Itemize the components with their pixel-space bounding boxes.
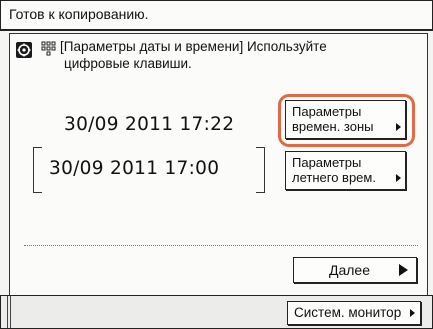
timezone-settings-button[interactable]: Параметры времен. зоны [285, 100, 406, 139]
dst-button-label: Параметры летнего врем. [292, 155, 376, 185]
instruction-text: [Параметры даты и времени] Используйте [60, 39, 327, 54]
system-monitor-button[interactable]: Систем. монитор [287, 301, 421, 325]
screen: Готов к копированию. [Параметры даты и в… [0, 0, 433, 329]
summer-date-time: 30/09 2011 17:00 [49, 158, 220, 179]
chevron-right-icon [410, 309, 415, 317]
bottom-edge-mark [7, 296, 11, 328]
numeric-keypad-icon [40, 40, 57, 57]
system-monitor-label: Систем. монитор [294, 305, 402, 320]
current-date-time: 30/09 2011 17:22 [64, 114, 235, 135]
right-bracket [256, 147, 265, 193]
chevron-right-icon [396, 174, 401, 182]
instruction-text-2: цифровые клавиши. [64, 56, 192, 71]
status-message: Готов к копированию. [9, 6, 149, 22]
summer-time-field[interactable]: 30/09 2011 17:00 [33, 147, 265, 193]
next-button-label: Далее [329, 262, 371, 278]
next-button[interactable]: Далее [293, 257, 417, 283]
status-bar: Готов к копированию. [0, 0, 433, 31]
bottom-bar: Систем. монитор [0, 295, 433, 329]
left-bracket [33, 147, 42, 193]
chevron-right-icon [396, 123, 401, 131]
timezone-button-label: Параметры времен. зоны [292, 104, 374, 134]
divider [24, 245, 418, 246]
date-time-settings-panel: [Параметры даты и времени] Используйте ц… [9, 33, 428, 297]
play-arrow-icon [399, 264, 408, 276]
settings-icon [16, 42, 32, 58]
dst-settings-button[interactable]: Параметры летнего врем. [285, 151, 406, 190]
